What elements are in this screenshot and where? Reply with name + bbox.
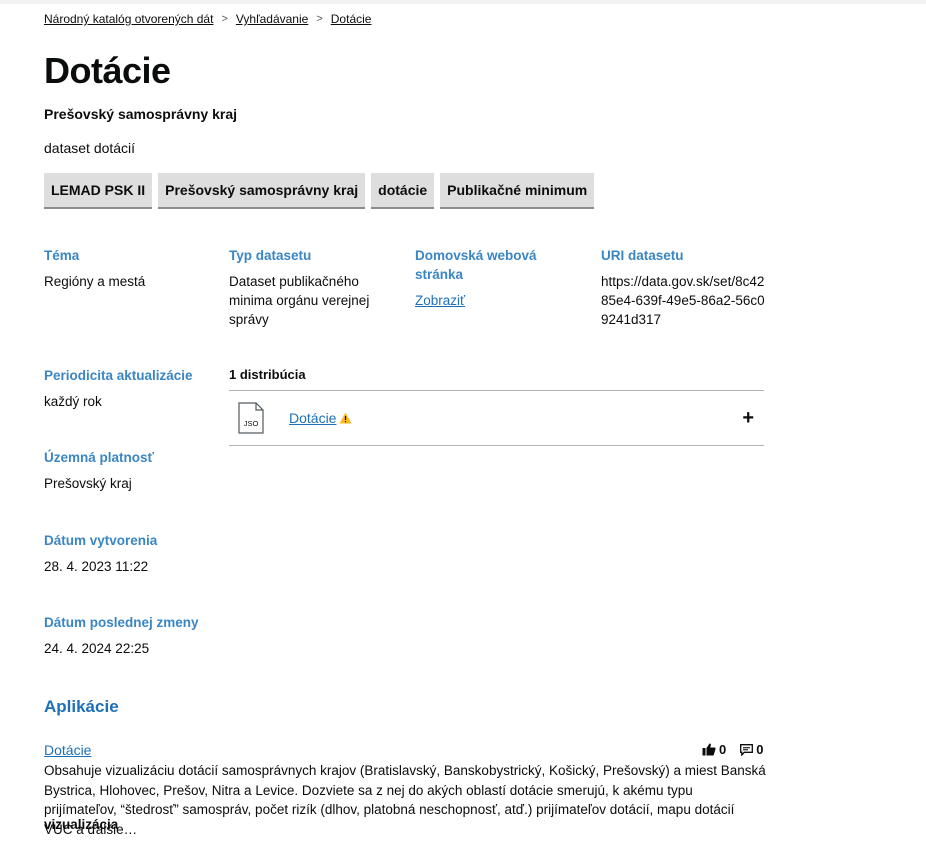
distribution-row: JSO Dotácie + [229, 390, 764, 446]
meta-uri-value: https://data.gov.sk/set/8c4285e4-639f-49… [601, 274, 765, 327]
tag-list: LEMAD PSK II Prešovský samosprávny kraj … [44, 173, 595, 209]
distribution-link[interactable]: Dotácie [289, 410, 336, 426]
meta-periodicity-label: Periodicita aktualizácie [44, 368, 193, 383]
comments-count: 0 [756, 742, 764, 757]
meta-homepage: Domovská webová stránka Zobraziť [415, 246, 565, 310]
meta-created-label: Dátum vytvorenia [44, 533, 158, 548]
likes-stat[interactable]: 0 [702, 742, 726, 757]
application-stats: 0 0 [702, 742, 763, 757]
application-description: Obsahuje vizualizáciu dotácií samosprávn… [44, 763, 766, 837]
expand-distribution-plus-icon[interactable]: + [742, 408, 754, 428]
tag-item[interactable]: dotácie [371, 173, 435, 209]
likes-count: 0 [719, 742, 727, 757]
meta-spatial-value: Prešovský kraj [44, 476, 132, 491]
meta-uri-label: URI datasetu [601, 248, 684, 263]
meta-homepage-label: Domovská webová stránka [415, 248, 537, 282]
breadcrumb-current-link[interactable]: Dotácie [331, 12, 372, 26]
comment-icon [740, 743, 754, 756]
meta-periodicity-value: každý rok [44, 394, 102, 409]
breadcrumb: Národný katalóg otvorených dát > Vyhľadá… [44, 12, 371, 26]
tag-item[interactable]: Publikačné minimum [440, 173, 595, 209]
meta-theme-value: Regióny a mestá [44, 274, 146, 289]
meta-theme: Téma Regióny a mestá [44, 246, 214, 291]
meta-uri: URI datasetu https://data.gov.sk/set/8c4… [601, 246, 767, 329]
file-format-label: JSO [244, 419, 259, 428]
meta-homepage-value: Zobraziť [415, 291, 565, 310]
dataset-description: dataset dotácií [44, 140, 136, 156]
applications-heading: Aplikácie [44, 697, 119, 716]
publisher-name: Prešovský samosprávny kraj [44, 106, 238, 122]
comments-stat[interactable]: 0 [740, 742, 763, 757]
meta-created-value: 28. 4. 2023 11:22 [44, 559, 149, 574]
tag-item[interactable]: Prešovský samosprávny kraj [158, 173, 366, 209]
application-link[interactable]: Dotácie [44, 742, 91, 758]
meta-periodicity: Periodicita aktualizácie každý rok [44, 366, 214, 411]
warning-icon [339, 412, 352, 424]
meta-type-value: Dataset publikačného minima orgánu verej… [229, 274, 370, 327]
chevron-right-icon: > [316, 13, 323, 25]
application-type: vizualizácia [44, 817, 119, 832]
chevron-right-icon: > [221, 13, 228, 25]
breadcrumb-search-link[interactable]: Vyhľadávanie [236, 12, 308, 26]
meta-modified-value: 24. 4. 2024 22:25 [44, 641, 150, 656]
meta-modified: Dátum poslednej zmeny 24. 4. 2024 22:25 [44, 613, 214, 658]
top-bar [0, 0, 926, 4]
homepage-link[interactable]: Zobraziť [415, 293, 465, 308]
page-title: Dotácie [44, 50, 171, 91]
meta-type-label: Typ datasetu [229, 248, 312, 263]
meta-modified-label: Dátum poslednej zmeny [44, 615, 199, 630]
meta-theme-label: Téma [44, 248, 80, 263]
breadcrumb-home-link[interactable]: Národný katalóg otvorených dát [44, 12, 213, 26]
distribution-count: 1 distribúcia [229, 367, 306, 382]
thumbs-up-icon [702, 743, 716, 756]
meta-type: Typ datasetu Dataset publikačného minima… [229, 246, 389, 329]
meta-spatial: Územná platnosť Prešovský kraj [44, 448, 214, 493]
tag-item[interactable]: LEMAD PSK II [44, 173, 153, 209]
json-file-icon: JSO [238, 402, 264, 434]
meta-spatial-label: Územná platnosť [44, 450, 154, 465]
meta-created: Dátum vytvorenia 28. 4. 2023 11:22 [44, 531, 214, 576]
